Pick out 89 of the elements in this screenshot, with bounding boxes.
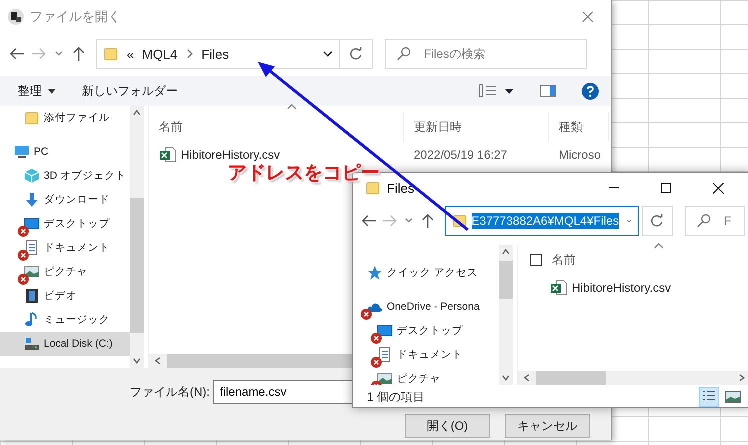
app-icon <box>8 9 24 25</box>
nav-item[interactable]: Local Disk (C:) <box>0 332 130 356</box>
refresh-button[interactable] <box>642 206 674 236</box>
column-header[interactable]: 名前 <box>542 245 692 275</box>
scroll-up-icon <box>132 108 142 118</box>
desktop-icon <box>24 216 40 232</box>
nav-item[interactable]: 3D オブジェクト <box>0 164 130 188</box>
nav-item[interactable]: OneDrive - Persona <box>353 295 499 319</box>
annotation-text: アドレスをコピー <box>228 162 380 186</box>
select-all-checkbox[interactable] <box>530 254 542 266</box>
address-field[interactable]: E37773882A6¥MQL4¥Files <box>444 206 639 236</box>
folder-icon <box>365 180 381 196</box>
scroll-down-icon <box>501 373 511 383</box>
nav-item[interactable]: ドキュメント <box>0 236 130 260</box>
film-icon <box>24 288 40 304</box>
item-count: 1 個の項目 <box>367 388 426 406</box>
window-title: Files <box>387 180 414 196</box>
search-icon <box>697 214 712 228</box>
sort-caret-icon <box>654 242 664 250</box>
column-header[interactable]: 名前 <box>149 112 404 142</box>
cube-icon <box>24 168 40 184</box>
scroll-down-icon <box>132 356 142 366</box>
scroll-up-icon <box>501 247 511 257</box>
cancel-button[interactable]: キャンセル <box>505 414 590 438</box>
dropdown-caret-icon[interactable] <box>323 51 333 57</box>
search-field[interactable]: Filesの検索 <box>385 39 587 69</box>
vertical-scrollbar[interactable] <box>130 106 144 368</box>
refresh-icon <box>349 47 363 61</box>
column-header[interactable]: 更新日時 <box>404 112 549 142</box>
monitor-icon <box>14 144 30 160</box>
file-name-label: ファイル名(N): <box>130 384 210 400</box>
preview-pane-icon[interactable] <box>540 85 556 97</box>
folder-icon <box>24 110 40 126</box>
scroll-left-icon <box>522 373 532 383</box>
drive-icon <box>24 336 40 352</box>
spreadsheet-file-icon <box>159 147 177 163</box>
folder-icon <box>103 46 119 62</box>
nav-item[interactable]: ドキュメント <box>353 343 499 367</box>
scroll-right-icon <box>737 373 747 383</box>
sort-caret-icon <box>287 103 297 111</box>
overflow-mark[interactable]: « <box>127 46 134 62</box>
dropdown-caret-icon[interactable] <box>627 218 632 224</box>
document-icon <box>24 240 40 256</box>
details-view-icon[interactable] <box>699 387 719 407</box>
window-title: ファイルを開く <box>30 8 121 26</box>
nav-item[interactable]: ダウンロード <box>0 188 130 212</box>
file-type: Microso <box>558 148 602 162</box>
desktop-icon <box>377 323 393 339</box>
nav-item[interactable]: PC <box>0 140 130 164</box>
organize-menu[interactable]: 整理 <box>18 82 56 100</box>
nav-item[interactable]: 添付ファイル <box>0 106 130 130</box>
scroll-left-icon <box>153 356 163 366</box>
nav-item[interactable]: デスクトップ <box>0 212 130 236</box>
refresh-button[interactable] <box>340 39 373 69</box>
download-icon <box>24 192 40 208</box>
new-folder-button[interactable]: 新しいフォルダー <box>82 82 178 100</box>
scrollbar-thumb[interactable] <box>536 371 606 385</box>
nav-item[interactable]: クイック アクセス <box>353 261 499 285</box>
modified-date: 2022/05/19 16:27 <box>413 148 508 162</box>
scrollbar-thumb[interactable] <box>130 198 144 333</box>
vertical-scrollbar[interactable] <box>499 245 513 385</box>
star-icon <box>367 265 383 281</box>
refresh-icon <box>650 214 664 228</box>
picture-icon <box>24 264 40 280</box>
address-bar[interactable]: « MQL4 Files <box>96 39 340 69</box>
document-icon <box>377 347 393 363</box>
nav-item[interactable]: デスクトップ <box>353 319 499 343</box>
nav-item[interactable]: ピクチャ <box>0 260 130 284</box>
file-name[interactable]: HibitoreHistory.csv <box>518 280 672 296</box>
scrollbar-thumb[interactable] <box>499 261 513 299</box>
open-button[interactable]: 開く(O) <box>405 414 490 438</box>
breadcrumb[interactable]: Files <box>202 46 230 62</box>
file-name[interactable]: HibitoreHistory.csv <box>149 147 404 163</box>
spreadsheet-file-icon <box>550 280 568 296</box>
dropdown-caret-icon[interactable] <box>505 88 514 94</box>
chevron-icon <box>186 49 194 59</box>
nav-item[interactable]: ミュージック <box>0 308 130 332</box>
picture-icon <box>377 371 393 385</box>
music-note-icon <box>24 312 40 328</box>
caret-icon <box>48 88 56 94</box>
column-header[interactable]: 種類 <box>549 112 609 142</box>
horizontal-scrollbar[interactable] <box>518 371 748 385</box>
help-icon[interactable] <box>582 82 599 100</box>
search-icon <box>397 47 411 61</box>
nav-item[interactable]: ピクチャ <box>353 367 499 385</box>
view-options-icon[interactable] <box>479 84 497 98</box>
breadcrumb[interactable]: MQL4 <box>142 46 178 62</box>
nav-item[interactable]: ビデオ <box>0 284 130 308</box>
search-field[interactable]: F <box>685 206 746 236</box>
